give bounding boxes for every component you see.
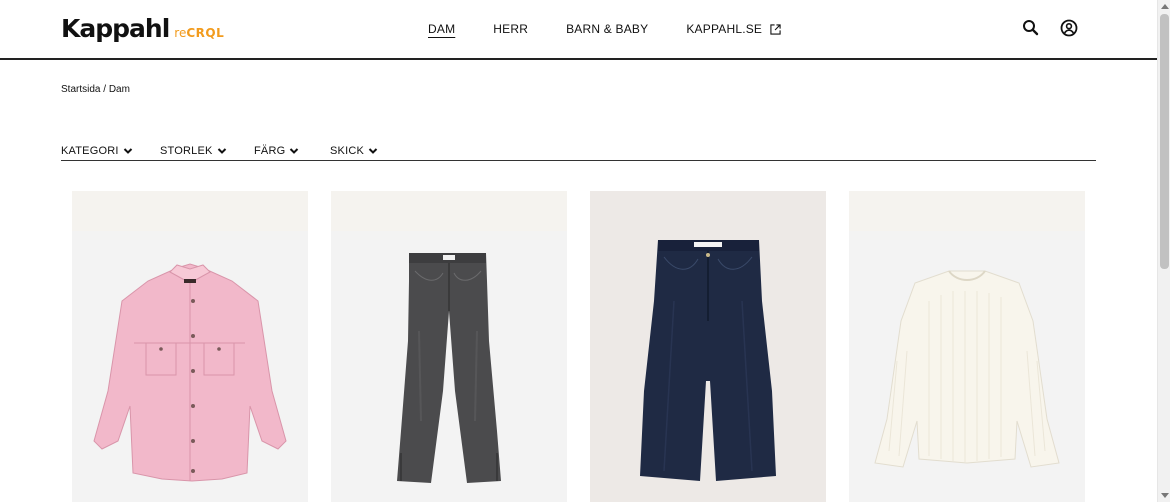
chevron-down-icon	[123, 148, 132, 154]
product-card[interactable]	[590, 191, 826, 502]
filter-skick[interactable]: SKICK	[330, 145, 410, 160]
product-card[interactable]	[849, 191, 1085, 502]
main-nav: DAM HERR BARN & BABY KAPPAHL.SE	[428, 22, 819, 36]
breadcrumb-current: Dam	[108, 84, 130, 95]
product-image-pink-shirt-jacket	[93, 263, 287, 482]
account-icon[interactable]	[1059, 18, 1079, 38]
nav-item-dam[interactable]: DAM	[428, 22, 455, 36]
chevron-down-icon	[217, 148, 226, 154]
site-header: Kappahl reCRQL DAM HERR BARN & BABY KAPP…	[0, 0, 1157, 60]
filter-kategori[interactable]: KATEGORI	[61, 145, 160, 160]
nav-item-herr[interactable]: HERR	[493, 22, 528, 36]
filter-storlek[interactable]: STORLEK	[160, 145, 254, 160]
chevron-down-icon	[290, 148, 299, 154]
chevron-down-icon	[368, 148, 378, 154]
filter-bar: KATEGORI STORLEK FÄRG SKICK	[61, 145, 1096, 161]
breadcrumb-separator: /	[100, 84, 109, 95]
filter-farg[interactable]: FÄRG	[254, 145, 330, 160]
scroll-up-arrow-icon[interactable]	[1161, 4, 1169, 9]
scroll-down-arrow-icon[interactable]	[1161, 493, 1169, 498]
breadcrumb-home[interactable]: Startsida	[61, 84, 100, 95]
header-actions	[1021, 18, 1079, 38]
product-grid	[72, 191, 1085, 502]
search-icon[interactable]	[1021, 18, 1041, 38]
page-scrollbar[interactable]	[1157, 0, 1170, 502]
nav-item-kappahl-se[interactable]: KAPPAHL.SE	[686, 22, 781, 36]
breadcrumb: Startsida / Dam	[61, 84, 130, 95]
nav-item-barn-baby[interactable]: BARN & BABY	[566, 22, 648, 36]
brand-name: Kappahl	[61, 14, 170, 43]
product-image-dark-wide-jeans	[640, 240, 776, 481]
product-image-white-knit-sweater	[874, 270, 1060, 468]
scroll-thumb[interactable]	[1160, 14, 1169, 269]
product-card[interactable]	[331, 191, 567, 502]
product-card[interactable]	[72, 191, 308, 502]
brand-sub: reCRQL	[174, 26, 225, 40]
external-link-icon	[770, 23, 781, 35]
product-image-grey-flare-jeans	[397, 253, 501, 483]
brand-logo[interactable]: Kappahl reCRQL	[61, 14, 224, 43]
